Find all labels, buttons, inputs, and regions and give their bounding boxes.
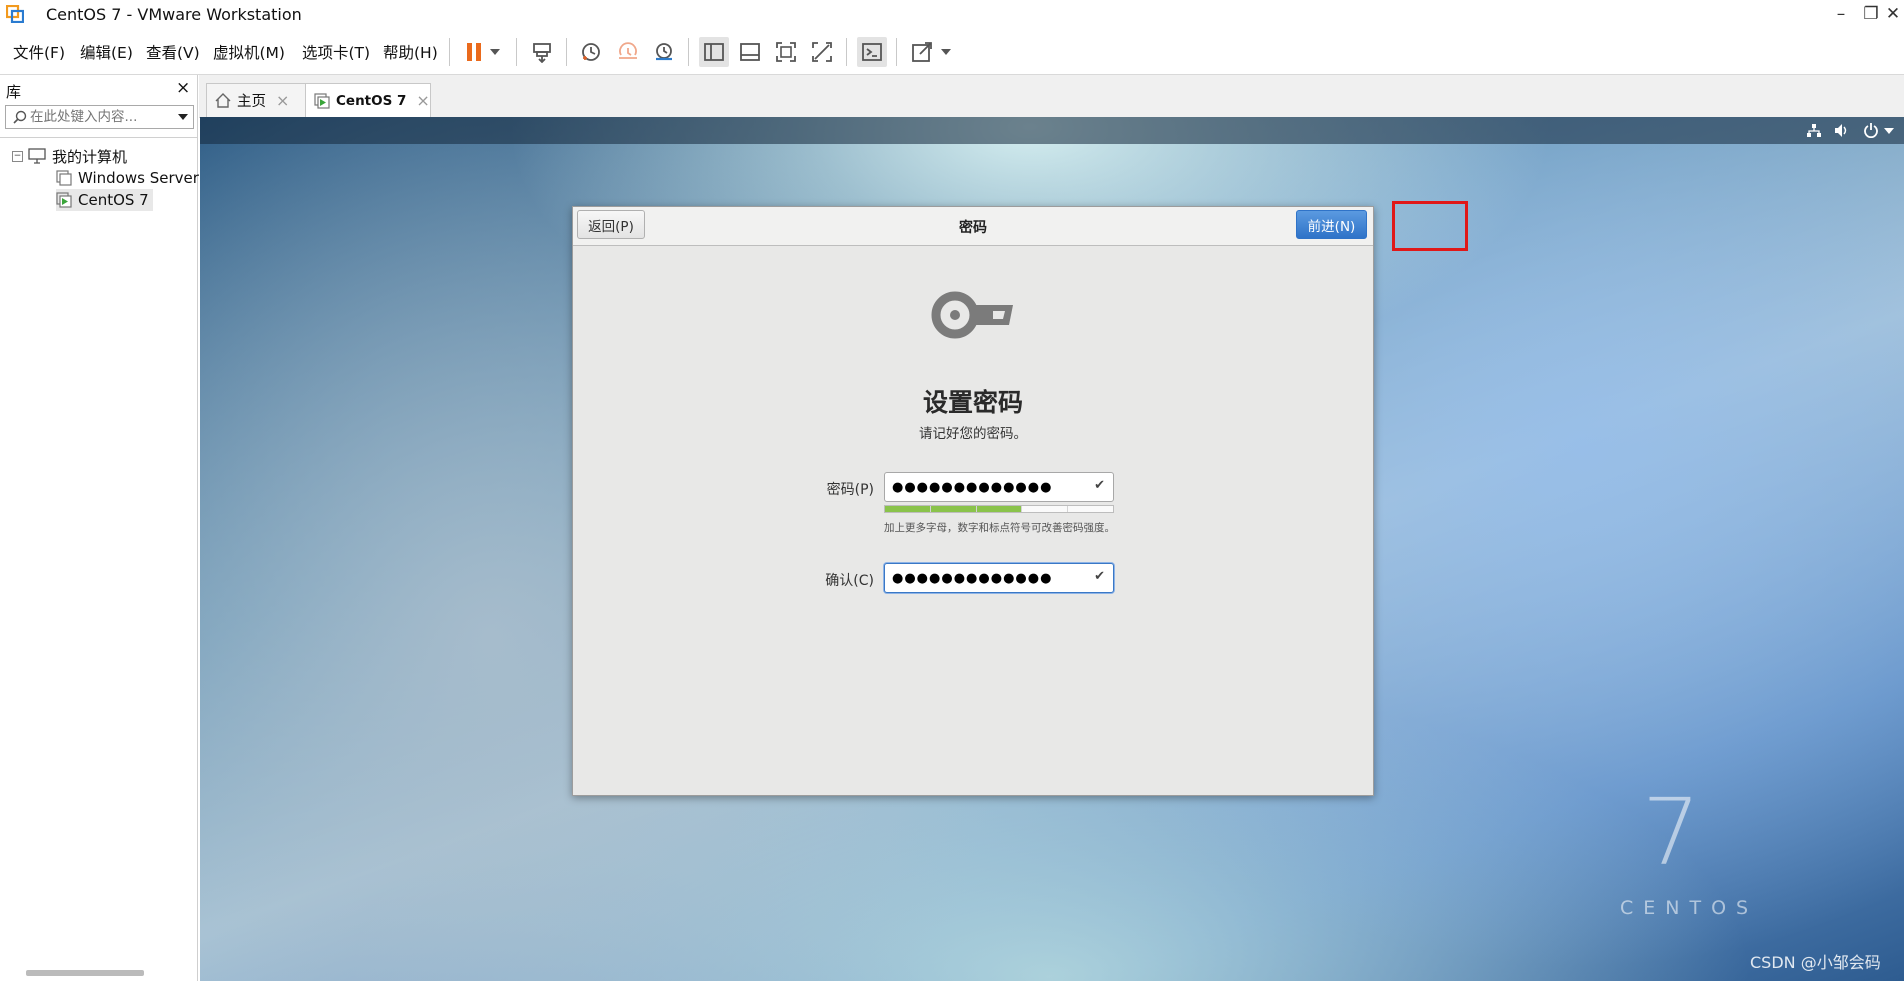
check-icon: ✔ [1094, 478, 1105, 493]
menu-help[interactable]: 帮助(H) [383, 41, 438, 63]
vm-running-icon [314, 92, 330, 109]
unity-icon[interactable] [807, 37, 837, 67]
password-strength-bar [884, 505, 1114, 513]
tree-item-my-computer[interactable]: − 我的计算机 [12, 145, 127, 167]
back-button[interactable]: 返回(P) [577, 210, 645, 239]
password-field[interactable]: ✔ [884, 472, 1114, 502]
tree-item-label: 我的计算机 [52, 147, 128, 166]
centos-seven-logo: 7 [1642, 779, 1701, 886]
computer-icon [28, 148, 46, 164]
tree-item-centos7[interactable]: CentOS 7 [56, 189, 153, 211]
check-icon: ✔ [1094, 569, 1105, 584]
snapshot-icon[interactable] [576, 37, 606, 67]
toolbar-separator [566, 38, 567, 66]
tree-item-windows-server[interactable]: Windows Server [56, 167, 199, 189]
toolbar-separator [846, 38, 847, 66]
highlight-annotation [1392, 201, 1468, 251]
toolbar-separator [516, 38, 517, 66]
chevron-down-icon[interactable] [178, 114, 188, 120]
tree-item-label: CentOS 7 [78, 191, 149, 209]
confirm-label: 确认(C) [825, 573, 874, 589]
menu-tabs[interactable]: 选项卡(T) [302, 41, 370, 63]
thumbnail-bar-icon[interactable] [735, 37, 765, 67]
dialog-header: 密码 返回(P) 前进(N) [573, 207, 1373, 246]
menu-down-icon[interactable] [1884, 128, 1894, 134]
menu-edit[interactable]: 编辑(E) [80, 41, 133, 63]
guest-top-bar [200, 117, 1904, 144]
dropdown-icon[interactable] [936, 37, 956, 67]
vmware-logo-icon [6, 5, 24, 23]
tree-item-label: Windows Server [78, 169, 199, 187]
tab-close-icon[interactable]: × [416, 91, 429, 110]
snapshot-manager-icon[interactable] [649, 37, 679, 67]
library-scrollbar[interactable] [26, 970, 144, 976]
strength-segment [930, 506, 977, 512]
menu-file[interactable]: 文件(F) [13, 41, 65, 63]
confirm-field[interactable]: ✔ [884, 563, 1114, 593]
page-heading: 设置密码 [922, 388, 1023, 417]
password-dialog: 密码 返回(P) 前进(N) 设置密码 请记好您的密码。 密码(P) ✔ 加上更… [572, 206, 1374, 796]
window-title: CentOS 7 - VMware Workstation [46, 5, 302, 24]
close-icon[interactable]: ✕ [1882, 2, 1904, 26]
library-title: 库 [6, 83, 22, 101]
tab-label: CentOS 7 [336, 92, 407, 109]
menu-vm[interactable]: 虚拟机(M) [213, 41, 285, 63]
volume-icon[interactable] [1834, 123, 1850, 138]
title-bar: CentOS 7 - VMware Workstation – ❐ ✕ [0, 0, 1904, 28]
csdn-watermark: CSDN @小邹会码 [1750, 953, 1881, 972]
page-subtitle: 请记好您的密码。 [919, 426, 1027, 442]
confirm-input[interactable] [892, 567, 1088, 589]
collapse-icon[interactable]: − [12, 150, 23, 162]
library-search-input[interactable] [30, 106, 168, 128]
library-tree: − 我的计算机 Windows Server CentOS 7 [0, 137, 199, 898]
strength-segment [1022, 506, 1069, 512]
dropdown-icon[interactable] [485, 37, 505, 67]
strength-segment [885, 506, 931, 512]
tab-close-icon[interactable]: × [276, 91, 289, 110]
password-label: 密码(P) [826, 482, 874, 498]
centos-wordmark: CENTOS [1620, 897, 1759, 919]
show-library-icon[interactable] [699, 37, 729, 67]
tab-strip: 主页 × CentOS 7 × [199, 75, 1904, 118]
next-button[interactable]: 前进(N) [1296, 210, 1367, 239]
home-icon [215, 93, 231, 108]
toolbar-separator [449, 38, 450, 66]
strength-hint: 加上更多字母，数字和标点符号可改善密码强度。 [884, 522, 1115, 534]
toolbar-separator [896, 38, 897, 66]
power-icon[interactable] [1863, 122, 1879, 138]
toolbar-separator [688, 38, 689, 66]
menu-toolbar: 文件(F) 编辑(E) 查看(V) 虚拟机(M) 选项卡(T) 帮助(H) [0, 30, 1904, 75]
stretch-guest-icon[interactable] [907, 37, 937, 67]
vm-console[interactable]: 7 CENTOS 密码 返回(P) 前进(N) 设置密码 请记好您的密码。 密码… [200, 117, 1904, 981]
strength-segment [1068, 506, 1113, 512]
library-search-box[interactable] [5, 105, 194, 129]
key-icon [931, 291, 1013, 339]
search-icon [13, 110, 27, 124]
minimize-icon[interactable]: – [1826, 2, 1856, 26]
password-input[interactable] [892, 476, 1088, 498]
console-view-icon[interactable] [857, 37, 887, 67]
vm-running-icon [56, 192, 72, 208]
library-panel: 库 × − 我的计算机 Windows Server CentOS 7 [0, 75, 199, 981]
tab-centos7[interactable]: CentOS 7 × [305, 83, 431, 117]
tab-home[interactable]: 主页 × [206, 83, 306, 117]
menu-view[interactable]: 查看(V) [146, 41, 200, 63]
vm-icon [56, 170, 72, 186]
revert-snapshot-icon[interactable] [613, 37, 643, 67]
dialog-title: 密码 [959, 220, 987, 236]
full-screen-icon[interactable] [771, 37, 801, 67]
strength-segment [976, 506, 1023, 512]
tab-label: 主页 [237, 94, 266, 110]
network-icon[interactable] [1806, 123, 1822, 138]
library-close-icon[interactable]: × [176, 78, 190, 98]
send-ctrl-alt-del-icon[interactable] [527, 37, 557, 67]
